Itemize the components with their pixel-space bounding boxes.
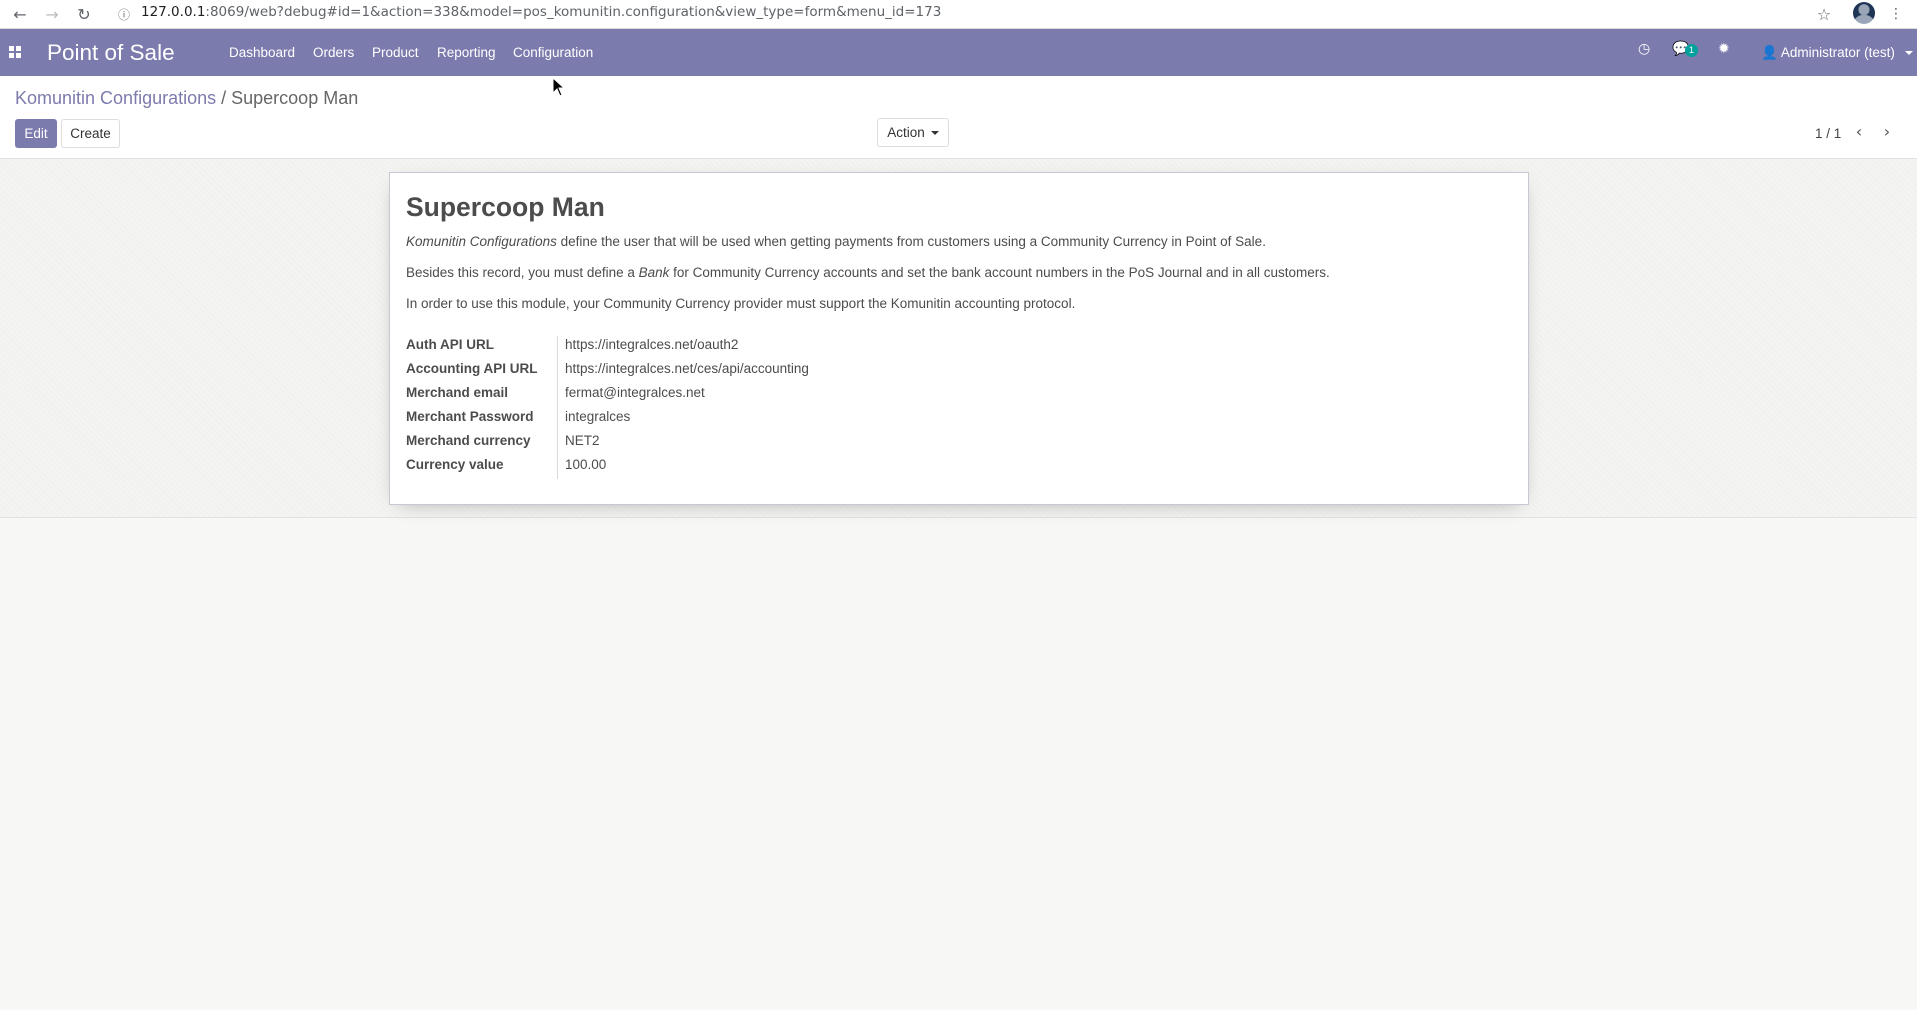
action-dropdown-button[interactable]: Action bbox=[877, 118, 949, 147]
control-panel: Komunitin Configurations / Supercoop Man E… bbox=[0, 76, 1917, 159]
help-p1-text: define the user that will be used when g… bbox=[556, 234, 1266, 249]
breadcrumb: Komunitin Configurations / Supercoop Man bbox=[15, 88, 358, 109]
browser-menu-icon[interactable]: ⋮ bbox=[1885, 3, 1907, 25]
field-value-merchant-password: integralces bbox=[565, 409, 631, 424]
field-label-merchand-email: Merchand email bbox=[406, 385, 509, 400]
user-name: Administrator (test) bbox=[1780, 45, 1895, 60]
url-path: :8069/web?debug#id=1&action=338&model=po… bbox=[205, 4, 942, 20]
chat-count-badge: 1 bbox=[1685, 44, 1698, 57]
main-navbar: Point of Sale Dashboard Orders Product R… bbox=[0, 29, 1917, 76]
apps-grid-icon[interactable] bbox=[9, 46, 21, 58]
site-info-icon[interactable]: ⓘ bbox=[113, 3, 135, 25]
profile-avatar[interactable] bbox=[1853, 2, 1875, 24]
pager-next-icon[interactable]: › bbox=[1878, 122, 1896, 142]
field-value-accounting-api-url: https://integralces.net/ces/api/accounti… bbox=[565, 361, 809, 376]
help-p2-text-a: Besides this record, you must define a bbox=[406, 265, 639, 280]
menu-orders[interactable]: Orders bbox=[313, 45, 354, 60]
menu-product[interactable]: Product bbox=[372, 45, 419, 60]
field-label-auth-api-url: Auth API URL bbox=[406, 337, 494, 352]
pager-previous-icon[interactable]: ‹ bbox=[1850, 122, 1868, 142]
field-value-merchand-email: fermat@integralces.net bbox=[565, 385, 705, 400]
create-button[interactable]: Create bbox=[61, 119, 120, 148]
activity-clock-icon[interactable]: ◷ bbox=[1638, 41, 1650, 57]
user-menu[interactable]: 👤 Administrator (test) bbox=[1761, 45, 1913, 61]
app-brand[interactable]: Point of Sale bbox=[47, 40, 175, 66]
breadcrumb-parent[interactable]: Komunitin Configurations bbox=[15, 88, 216, 108]
field-value-currency-value: 100.00 bbox=[565, 457, 607, 472]
help-paragraph-1: Komunitin Configurations define the user… bbox=[406, 234, 1266, 249]
action-label: Action bbox=[887, 125, 925, 140]
debug-bug-icon[interactable]: ✹ bbox=[1718, 41, 1730, 57]
field-label-merchand-currency: Merchand currency bbox=[406, 433, 531, 448]
field-value-merchand-currency: NET2 bbox=[565, 433, 600, 448]
pager-value[interactable]: 1 / 1 bbox=[1815, 126, 1841, 141]
form-sheet: Supercoop Man Komunitin Configurations d… bbox=[389, 172, 1529, 505]
record-title: Supercoop Man bbox=[406, 192, 605, 222]
help-paragraph-2: Besides this record, you must define a B… bbox=[406, 265, 1330, 280]
back-arrow-icon[interactable]: ← bbox=[9, 3, 31, 25]
bookmark-star-icon[interactable]: ☆ bbox=[1813, 3, 1835, 25]
browser-address-bar: ← → ↻ ⓘ 127.0.0.1:8069/web?debug#id=1&ac… bbox=[0, 0, 1917, 29]
help-p2-text-b: for Community Currency accounts and set … bbox=[669, 265, 1330, 280]
chevron-down-icon bbox=[1904, 51, 1913, 55]
field-label-merchant-password: Merchant Password bbox=[406, 409, 534, 424]
menu-configuration[interactable]: Configuration bbox=[513, 45, 593, 60]
chevron-down-icon bbox=[930, 131, 939, 135]
help-p2-emphasis: Bank bbox=[638, 265, 670, 280]
mouse-cursor-icon bbox=[552, 77, 566, 97]
breadcrumb-current: Supercoop Man bbox=[231, 88, 359, 108]
field-label-currency-value: Currency value bbox=[406, 457, 504, 472]
field-value-auth-api-url: https://integralces.net/oauth2 bbox=[565, 337, 739, 352]
help-p1-emphasis: Komunitin Configurations bbox=[406, 234, 557, 249]
forward-arrow-icon[interactable]: → bbox=[41, 3, 63, 25]
url-field[interactable]: 127.0.0.1:8069/web?debug#id=1&action=338… bbox=[141, 4, 941, 20]
field-divider bbox=[557, 336, 558, 479]
reload-icon[interactable]: ↻ bbox=[73, 3, 95, 25]
user-icon: 👤 bbox=[1761, 45, 1778, 60]
menu-dashboard[interactable]: Dashboard bbox=[229, 45, 295, 60]
menu-reporting[interactable]: Reporting bbox=[437, 45, 496, 60]
url-host: 127.0.0.1 bbox=[141, 4, 206, 20]
field-label-accounting-api-url: Accounting API URL bbox=[406, 361, 538, 376]
edit-button[interactable]: Edit bbox=[15, 119, 57, 148]
help-paragraph-3: In order to use this module, your Commun… bbox=[406, 296, 1076, 311]
breadcrumb-separator: / bbox=[221, 88, 227, 108]
